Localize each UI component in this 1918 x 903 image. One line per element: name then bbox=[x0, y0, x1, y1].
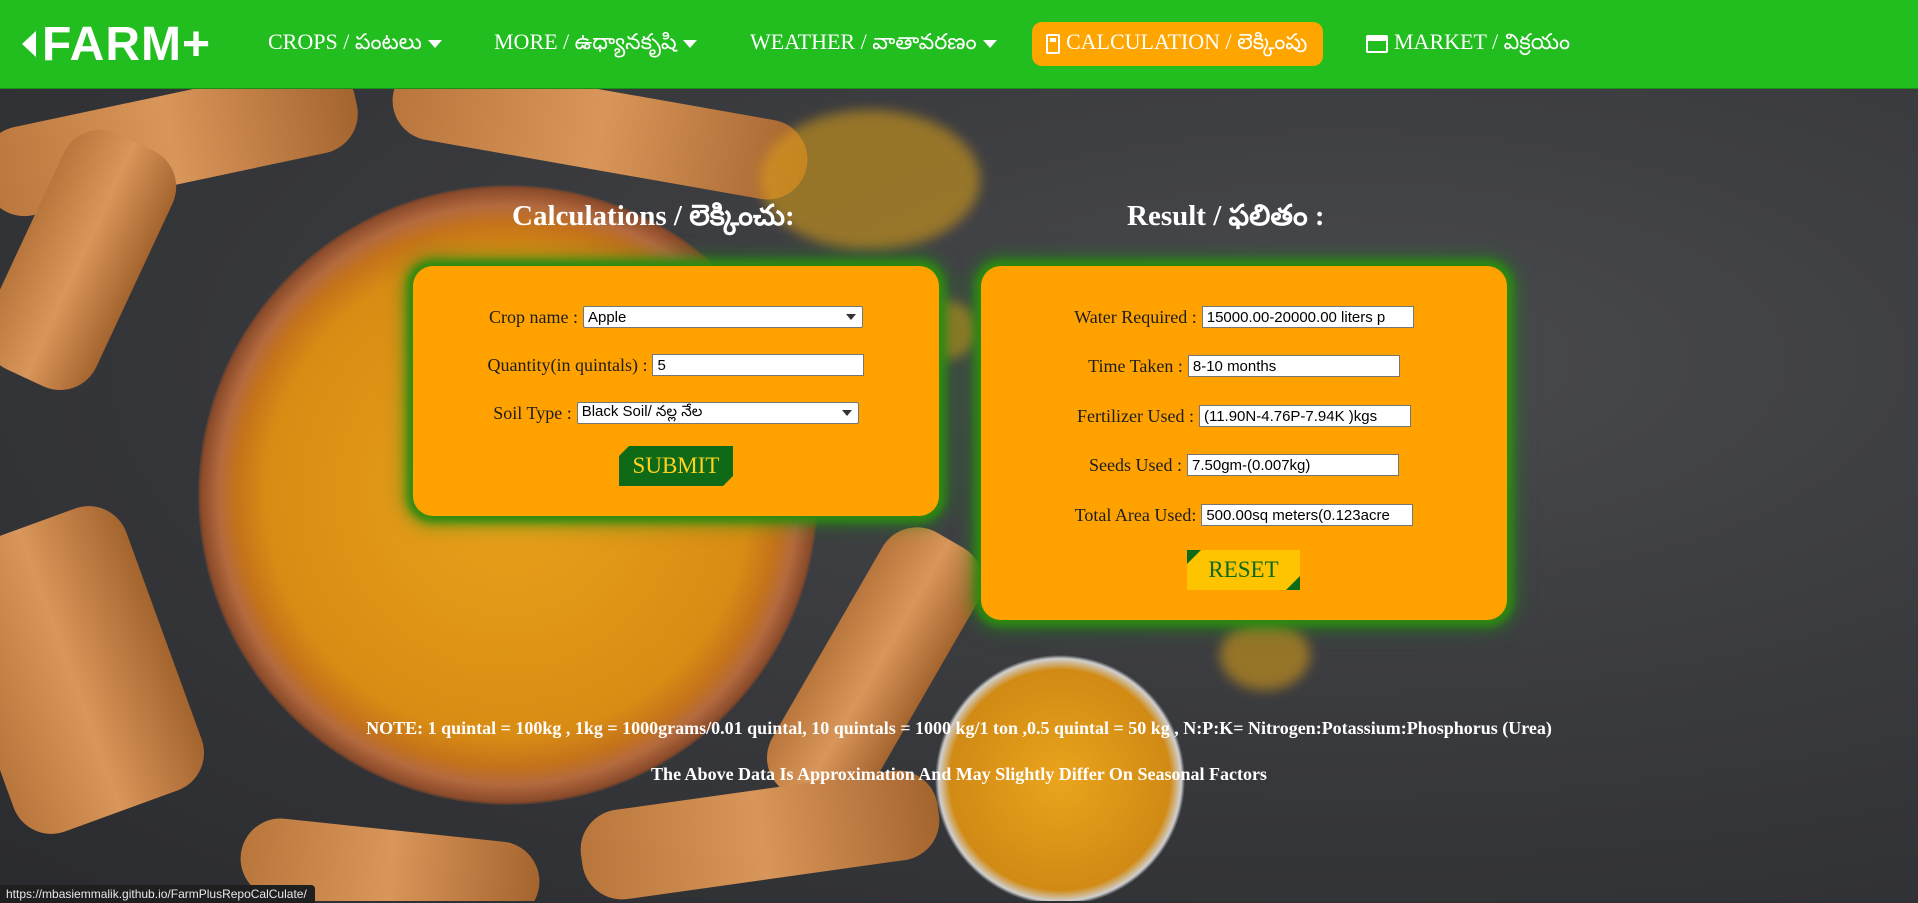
logo-text: FARM+ bbox=[42, 17, 212, 71]
time-output[interactable]: 8-10 months bbox=[1187, 355, 1400, 377]
crop-label: Crop name : bbox=[489, 306, 578, 327]
nav-more-label: MORE / ఉధ్యానకృషి bbox=[494, 28, 677, 54]
nav-calculation[interactable]: CALCULATION / లెక్కింపు bbox=[1032, 22, 1324, 66]
nav-market[interactable]: MARKET / విక్రయం bbox=[1366, 22, 1570, 66]
water-row: Water Required : 15000.00-20000.00 liter… bbox=[981, 306, 1507, 328]
fertilizer-output-value: (11.90N-4.76P-7.94K )kgs bbox=[1203, 407, 1378, 425]
time-label: Time Taken : bbox=[1088, 355, 1183, 376]
caret-down-icon bbox=[982, 40, 997, 48]
fertilizer-output[interactable]: (11.90N-4.76P-7.94K )kgs bbox=[1198, 405, 1411, 427]
water-output[interactable]: 15000.00-20000.00 liters p bbox=[1201, 306, 1414, 328]
conversion-note: NOTE: 1 quintal = 100kg , 1kg = 1000gram… bbox=[366, 718, 1552, 738]
quantity-input-value: 5 bbox=[657, 356, 666, 374]
area-row: Total Area Used: 500.00sq meters(0.123ac… bbox=[981, 504, 1507, 526]
water-label: Water Required : bbox=[1074, 306, 1197, 327]
quantity-input[interactable]: 5 bbox=[652, 354, 865, 376]
status-bar-url: https://mbasiemmalik.github.io/FarmPlusR… bbox=[0, 885, 315, 903]
nav-market-label: MARKET / విక్రయం bbox=[1394, 28, 1571, 54]
nav-crops[interactable]: CROPS / పంటలు bbox=[268, 22, 442, 66]
water-output-value: 15000.00-20000.00 liters p bbox=[1206, 308, 1386, 326]
disclaimer-note: The Above Data Is Approximation And May … bbox=[651, 764, 1267, 784]
soil-label: Soil Type : bbox=[493, 402, 572, 423]
reset-button-label: RESET bbox=[1208, 557, 1279, 582]
caret-down-icon bbox=[427, 40, 442, 48]
reset-button[interactable]: RESET bbox=[1187, 550, 1300, 590]
area-label: Total Area Used: bbox=[1074, 504, 1197, 525]
calculator-icon bbox=[1046, 34, 1060, 54]
logo[interactable]: FARM+ bbox=[22, 17, 212, 71]
caret-down-icon bbox=[682, 40, 697, 48]
fertilizer-row: Fertilizer Used : (11.90N-4.76P-7.94K )k… bbox=[981, 405, 1507, 427]
seeds-row: Seeds Used : 7.50gm-(0.007kg) bbox=[981, 454, 1507, 476]
area-output-value: 500.00sq meters(0.123acre bbox=[1206, 506, 1390, 524]
crop-select[interactable]: Apple bbox=[582, 306, 863, 328]
nav-weather[interactable]: WEATHER / వాతావరణం bbox=[750, 22, 997, 66]
chevron-left-icon bbox=[22, 31, 36, 57]
time-row: Time Taken : 8-10 months bbox=[981, 355, 1507, 377]
fertilizer-label: Fertilizer Used : bbox=[1077, 405, 1194, 426]
turmeric-powder-spot bbox=[1220, 620, 1310, 690]
calculations-title: Calculations / లెక్కించు: bbox=[512, 200, 795, 232]
top-navbar: FARM+ CROPS / పంటలు MORE / ఉధ్యానకృషి WE… bbox=[0, 0, 1918, 89]
seeds-output[interactable]: 7.50gm-(0.007kg) bbox=[1187, 454, 1399, 476]
soil-select[interactable]: Black Soil/ నల్ల నేల bbox=[576, 402, 859, 424]
soil-row: Soil Type : Black Soil/ నల్ల నేల bbox=[413, 402, 939, 424]
crop-row: Crop name : Apple bbox=[413, 306, 939, 328]
time-output-value: 8-10 months bbox=[1192, 357, 1277, 375]
nav-weather-label: WEATHER / వాతావరణం bbox=[750, 28, 977, 54]
submit-button[interactable]: SUBMIT bbox=[619, 446, 733, 486]
nav-crops-label: CROPS / పంటలు bbox=[268, 28, 422, 54]
result-title: Result / ఫలితం : bbox=[1127, 200, 1325, 232]
chevron-down-icon bbox=[841, 410, 852, 416]
turmeric-root-shape bbox=[575, 765, 945, 901]
store-icon bbox=[1366, 35, 1388, 53]
nav-calculation-label: CALCULATION / లెక్కింపు bbox=[1066, 28, 1308, 54]
seeds-label: Seeds Used : bbox=[1089, 454, 1182, 475]
quantity-row: Quantity(in quintals) : 5 bbox=[413, 354, 939, 376]
nav-more[interactable]: MORE / ఉధ్యానకృషి bbox=[494, 22, 697, 66]
turmeric-root-shape bbox=[0, 494, 216, 846]
chevron-down-icon bbox=[845, 314, 856, 320]
soil-select-value: Black Soil/ నల్ల నేల bbox=[581, 402, 703, 420]
quantity-label: Quantity(in quintals) : bbox=[487, 354, 648, 375]
crop-select-value: Apple bbox=[587, 308, 627, 326]
area-output[interactable]: 500.00sq meters(0.123acre bbox=[1201, 504, 1414, 526]
seeds-output-value: 7.50gm-(0.007kg) bbox=[1192, 456, 1311, 474]
